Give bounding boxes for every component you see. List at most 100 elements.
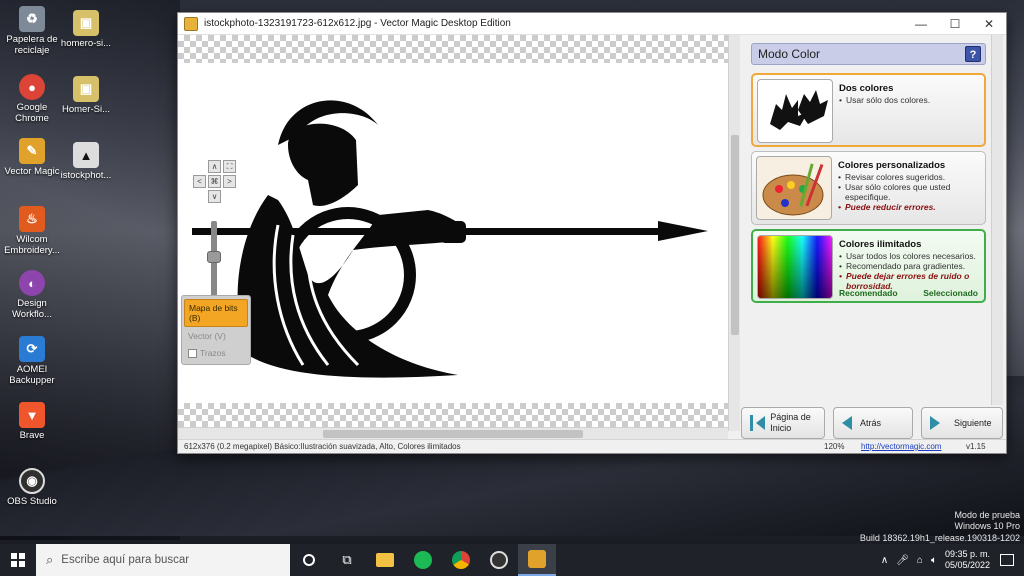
traces-checkbox[interactable] — [188, 349, 197, 359]
mode-traces[interactable]: Trazos — [184, 345, 248, 361]
tray-chevron-up-icon[interactable]: ∧ — [881, 555, 888, 566]
pan-left-button[interactable]: < — [193, 175, 206, 188]
clock-date: 05/05/2022 — [944, 560, 990, 570]
status-image-info: 612x376 (0.2 megapixel) Básico:Ilustraci… — [184, 442, 461, 451]
option-bullet: Usar sólo colores que usted especifique. — [838, 182, 983, 202]
zoom-slider-knob[interactable] — [207, 251, 221, 263]
help-button[interactable]: ? — [965, 46, 981, 62]
option-two-colors[interactable]: Dos colores Usar sólo dos colores. — [751, 73, 986, 147]
recommended-label: Recomendado — [839, 288, 898, 298]
canvas-vertical-scrollbar[interactable] — [728, 35, 740, 431]
taskbar-chrome[interactable] — [442, 544, 480, 576]
pan-up-button[interactable]: ∧ — [208, 160, 221, 173]
taskbar-file-explorer[interactable] — [366, 544, 404, 576]
desktop-icon-obs[interactable]: ◉ OBS Studio — [0, 468, 64, 507]
back-label: Atrás — [860, 418, 882, 428]
minimize-button[interactable]: — — [904, 13, 938, 35]
maple-leaf-icon — [770, 90, 828, 130]
status-bar: 612x376 (0.2 megapixel) Básico:Ilustraci… — [178, 439, 1006, 453]
panel-scrollbar[interactable] — [991, 35, 1003, 405]
status-version: v1.15 — [966, 442, 986, 451]
image-file-icon: ▲ — [73, 142, 99, 168]
palette-thumbnail — [756, 156, 832, 220]
desktop-icon-aomei[interactable]: ⟳ AOMEI Backupper — [0, 336, 64, 386]
volume-icon[interactable]: 🔈︎ — [931, 555, 937, 566]
home-page-label: Página de Inicio — [770, 412, 811, 433]
pan-down-button[interactable]: ∨ — [208, 190, 221, 203]
pan-right-button[interactable]: > — [223, 175, 236, 188]
mode-traces-label: Trazos — [200, 348, 226, 358]
desktop-icon-homero-1[interactable]: ▣ homero-si... — [54, 10, 118, 49]
maximize-button[interactable]: ☐ — [938, 13, 972, 35]
option-bullets: Revisar colores sugeridos. Usar sólo col… — [838, 172, 983, 212]
aomei-icon: ⟳ — [19, 336, 45, 362]
network-icon[interactable]: ⌂ — [917, 555, 923, 566]
brave-lion-icon: ▼ — [19, 402, 45, 428]
wilcom-icon: ♨ — [19, 206, 45, 232]
notification-icon[interactable] — [1000, 554, 1014, 566]
status-zoom: 120% — [824, 442, 845, 451]
taskbar-obs[interactable] — [480, 544, 518, 576]
recycle-bin-icon: ♻ — [19, 6, 45, 32]
desktop-icon-istockphoto[interactable]: ▲ istockphot... — [54, 142, 118, 181]
clock[interactable]: 09:35 p. m. 05/05/2022 — [945, 549, 990, 571]
option-title: Dos colores — [839, 83, 894, 94]
title-bar[interactable]: istockphoto-1323191723-612x612.jpg - Vec… — [178, 13, 1006, 35]
pan-center-button[interactable]: ⌘ — [208, 175, 221, 188]
canvas-vscroll-thumb[interactable] — [731, 135, 739, 335]
watermark-line-1: Modo de prueba — [954, 510, 1020, 520]
windows-logo-icon — [11, 553, 25, 567]
option-title: Colores personalizados — [838, 160, 946, 171]
chrome-icon: ● — [19, 74, 45, 100]
image-canvas[interactable]: ∧ ⛶ < ⌘ > ∨ Mapa de bits (B) Vector (V) … — [178, 35, 728, 431]
option-bullet: Usar sólo dos colores. — [839, 95, 984, 105]
option-bullets: Usar sólo dos colores. — [839, 95, 984, 105]
desktop-icon-wilcom[interactable]: ♨ Wilcom Embroidery... — [0, 206, 64, 256]
close-button[interactable]: ✕ — [972, 13, 1006, 35]
watermark-line-2: Windows 10 Pro — [954, 521, 1020, 531]
paint-palette-icon — [762, 163, 824, 216]
obs-icon: ◉ — [19, 468, 45, 494]
option-unlimited-colors[interactable]: Colores ilimitados Usar todos los colore… — [751, 229, 986, 303]
option-title: Colores ilimitados — [839, 239, 922, 250]
taskbar-vector-magic[interactable] — [518, 544, 556, 576]
view-mode-selector: Mapa de bits (B) Vector (V) Trazos — [181, 295, 251, 366]
selected-label: Seleccionado — [923, 288, 978, 298]
vector-magic-app-icon — [184, 16, 198, 31]
window-title: istockphoto-1323191723-612x612.jpg - Vec… — [204, 18, 511, 29]
next-button[interactable]: Siguiente — [921, 407, 1003, 439]
pan-controls: ∧ ⛶ < ⌘ > ∨ — [192, 160, 238, 206]
watermark-line-3: Build 18362.19h1_release.190318-1202 — [859, 533, 1020, 543]
clock-time: 09:35 p. m. — [944, 549, 990, 559]
home-arrow-icon — [750, 415, 766, 431]
image-file-icon: ▣ — [73, 10, 99, 36]
canvas-horizontal-scrollbar[interactable] — [178, 427, 728, 439]
taskbar-spotify[interactable] — [404, 544, 442, 576]
folder-icon — [376, 553, 394, 567]
desktop-icon-design-workflow[interactable]: ◐ Design Workflo... — [0, 270, 64, 320]
mode-vector[interactable]: Vector (V) — [184, 328, 248, 344]
home-page-button[interactable]: Página de Inicio — [741, 407, 825, 439]
task-view-icon: ⧉ — [342, 552, 352, 567]
mode-bitmap[interactable]: Mapa de bits (B) — [184, 299, 248, 327]
desktop-icon-homer-2[interactable]: ▣ Homer-Si... — [54, 76, 118, 115]
start-button[interactable] — [0, 544, 36, 576]
option-bullet: Recomendado para gradientes. — [839, 261, 984, 271]
cortana-button[interactable] — [290, 544, 328, 576]
desktop-icon-brave[interactable]: ▼ Brave — [0, 402, 64, 441]
option-bullet: Usar todos los colores necesarios. — [839, 251, 984, 261]
microphone-icon[interactable]: 🎤︎ — [896, 555, 909, 566]
gradient-thumbnail — [757, 235, 833, 299]
vector-magic-window: istockphoto-1323191723-612x612.jpg - Vec… — [177, 12, 1007, 454]
system-tray: ∧ 🎤︎ ⌂ 🔈︎ 09:35 p. m. 05/05/2022 — [881, 544, 1024, 576]
fit-view-button[interactable]: ⛶ — [223, 160, 236, 173]
obs-icon — [490, 551, 508, 569]
vector-magic-icon — [528, 550, 546, 568]
back-button[interactable]: Atrás — [833, 407, 913, 439]
task-view-button[interactable]: ⧉ — [328, 544, 366, 576]
option-custom-colors[interactable]: Colores personalizados Revisar colores s… — [751, 151, 986, 225]
taskbar-search-box[interactable]: ⌕ Escribe aquí para buscar — [36, 544, 290, 576]
canvas-hscroll-thumb[interactable] — [323, 430, 583, 438]
back-arrow-icon — [842, 416, 852, 430]
status-url-link[interactable]: http://vectormagic.com — [861, 442, 941, 451]
